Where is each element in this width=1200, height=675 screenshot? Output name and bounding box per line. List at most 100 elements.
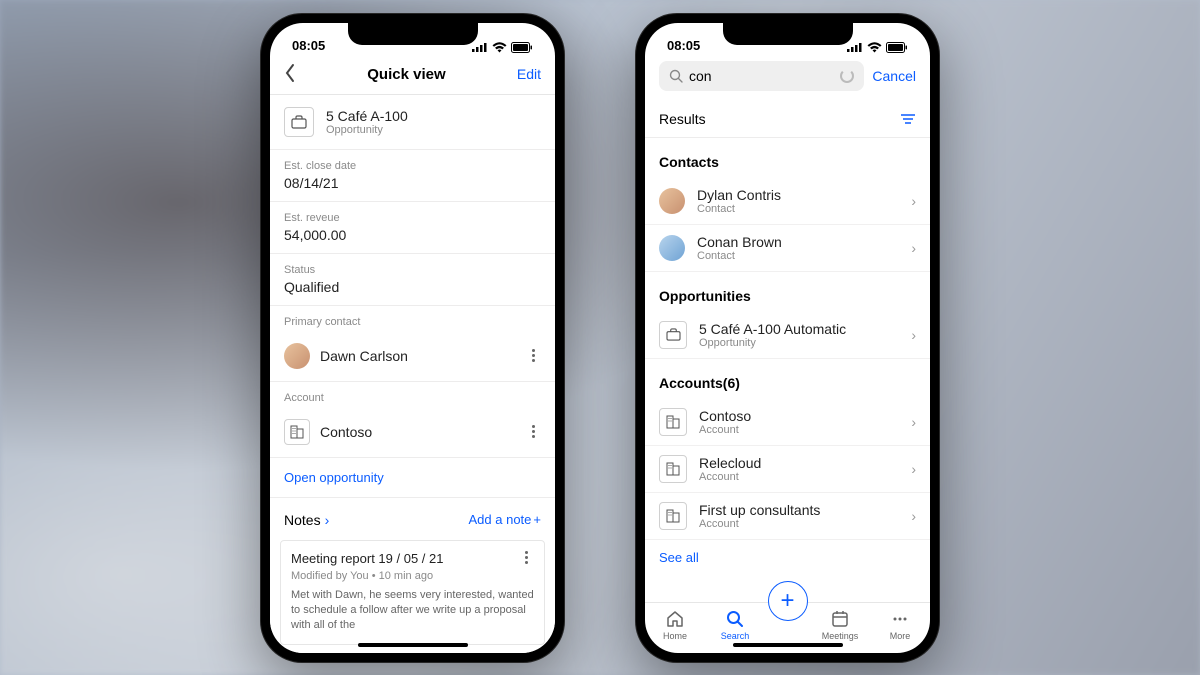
note-card[interactable]: Meeting report 19 / 05 / 21 Modified by … bbox=[280, 540, 545, 645]
contact-type: Contact bbox=[697, 250, 899, 262]
note-title: Meeting report 19 / 05 / 21 bbox=[291, 551, 443, 566]
briefcase-icon bbox=[659, 321, 687, 349]
chevron-right-icon: › bbox=[911, 327, 916, 343]
edit-button[interactable]: Edit bbox=[517, 66, 541, 82]
chevron-right-icon: › bbox=[325, 512, 330, 528]
cancel-button[interactable]: Cancel bbox=[872, 68, 916, 84]
screen: 08:05 Quick view Edit 5 Café A-100 Oppor… bbox=[270, 23, 555, 653]
status-time: 08:05 bbox=[667, 38, 700, 53]
contact-item[interactable]: Conan Brown Contact › bbox=[645, 225, 930, 272]
more-menu-icon[interactable] bbox=[525, 425, 541, 438]
filter-button[interactable] bbox=[900, 113, 916, 125]
results-content: Contacts Dylan Contris Contact › Conan B… bbox=[645, 138, 930, 602]
field-revenue[interactable]: Est. reveue 54,000.00 bbox=[270, 202, 555, 254]
contact-type: Contact bbox=[697, 203, 899, 215]
account-type: Account bbox=[699, 424, 899, 436]
status-icons bbox=[472, 42, 533, 53]
close-date-label: Est. close date bbox=[284, 160, 541, 172]
account-label: Account bbox=[284, 392, 541, 404]
building-icon bbox=[284, 419, 310, 445]
contact-name: Dylan Contris bbox=[697, 187, 899, 203]
chevron-right-icon: › bbox=[911, 461, 916, 477]
calendar-icon bbox=[830, 609, 850, 629]
tab-home[interactable]: Home bbox=[648, 609, 703, 641]
tab-bar: + Home Search Meetings More bbox=[645, 602, 930, 653]
status-value: Qualified bbox=[284, 279, 541, 295]
revenue-value: 54,000.00 bbox=[284, 227, 541, 243]
contacts-header: Contacts bbox=[645, 138, 930, 178]
contact-label: Primary contact bbox=[284, 316, 541, 328]
contact-item[interactable]: Dylan Contris Contact › bbox=[645, 178, 930, 225]
accounts-header: Accounts(6) bbox=[645, 359, 930, 399]
account-type: Account bbox=[699, 518, 899, 530]
opportunities-header: Opportunities bbox=[645, 272, 930, 312]
wifi-icon bbox=[492, 42, 507, 53]
chevron-right-icon: › bbox=[911, 240, 916, 256]
field-primary-contact: Primary contact bbox=[270, 306, 555, 328]
note-meta: Modified by You • 10 min ago bbox=[291, 570, 443, 582]
opportunity-header[interactable]: 5 Café A-100 Opportunity bbox=[270, 95, 555, 150]
more-menu-icon[interactable] bbox=[518, 551, 534, 564]
account-name: Contoso bbox=[699, 408, 899, 424]
avatar bbox=[659, 188, 685, 214]
back-button[interactable] bbox=[284, 63, 296, 86]
notes-title[interactable]: Notes › bbox=[284, 512, 329, 528]
chevron-right-icon: › bbox=[911, 414, 916, 430]
status-icons bbox=[847, 42, 908, 53]
building-icon bbox=[659, 408, 687, 436]
open-opportunity-link[interactable]: Open opportunity bbox=[270, 458, 555, 498]
battery-icon bbox=[511, 42, 533, 53]
field-close-date[interactable]: Est. close date 08/14/21 bbox=[270, 150, 555, 202]
wifi-icon bbox=[867, 42, 882, 53]
field-account: Account bbox=[270, 382, 555, 404]
account-item[interactable]: Contoso Account › bbox=[645, 399, 930, 446]
account-name: Contoso bbox=[320, 424, 515, 440]
opportunity-title: 5 Café A-100 bbox=[326, 108, 408, 124]
contact-name: Conan Brown bbox=[697, 234, 899, 250]
phone-quick-view: 08:05 Quick view Edit 5 Café A-100 Oppor… bbox=[260, 13, 565, 663]
contact-name: Dawn Carlson bbox=[320, 348, 515, 364]
more-menu-icon[interactable] bbox=[525, 349, 541, 362]
opportunity-item[interactable]: 5 Café A-100 Automatic Opportunity › bbox=[645, 312, 930, 359]
field-status[interactable]: Status Qualified bbox=[270, 254, 555, 306]
search-icon bbox=[725, 609, 745, 629]
primary-contact-row[interactable]: Dawn Carlson bbox=[270, 331, 555, 382]
plus-icon: + bbox=[780, 587, 794, 615]
account-type: Account bbox=[699, 471, 899, 483]
status-bar: 08:05 bbox=[645, 23, 930, 55]
account-row[interactable]: Contoso bbox=[270, 407, 555, 458]
chevron-right-icon: › bbox=[911, 193, 916, 209]
header-bar: Quick view Edit bbox=[270, 55, 555, 95]
tab-search[interactable]: Search bbox=[708, 609, 763, 641]
briefcase-icon bbox=[284, 107, 314, 137]
avatar bbox=[659, 235, 685, 261]
add-note-button[interactable]: Add a note + bbox=[469, 512, 541, 527]
close-date-value: 08/14/21 bbox=[284, 175, 541, 191]
home-icon bbox=[665, 609, 685, 629]
account-name: First up consultants bbox=[699, 502, 899, 518]
search-input[interactable]: con bbox=[659, 61, 864, 91]
more-icon bbox=[890, 609, 910, 629]
tab-more[interactable]: More bbox=[873, 609, 928, 641]
see-all-link[interactable]: See all bbox=[645, 540, 930, 575]
cellular-signal-icon bbox=[847, 42, 863, 52]
account-item[interactable]: First up consultants Account › bbox=[645, 493, 930, 540]
status-time: 08:05 bbox=[292, 38, 325, 53]
search-icon bbox=[669, 69, 683, 83]
status-label: Status bbox=[284, 264, 541, 276]
cellular-signal-icon bbox=[472, 42, 488, 52]
page-title: Quick view bbox=[367, 66, 445, 83]
revenue-label: Est. reveue bbox=[284, 212, 541, 224]
building-icon bbox=[659, 455, 687, 483]
account-item[interactable]: Relecloud Account › bbox=[645, 446, 930, 493]
search-bar: con Cancel bbox=[645, 55, 930, 99]
results-header: Results bbox=[645, 99, 930, 138]
add-button[interactable]: + bbox=[768, 581, 808, 621]
phone-search: 08:05 con Cancel Results Contacts bbox=[635, 13, 940, 663]
opportunity-subtitle: Opportunity bbox=[326, 124, 408, 136]
note-body: Met with Dawn, he seems very interested,… bbox=[291, 588, 534, 634]
tab-meetings[interactable]: Meetings bbox=[813, 609, 868, 641]
opportunity-type: Opportunity bbox=[699, 337, 899, 349]
screen: 08:05 con Cancel Results Contacts bbox=[645, 23, 930, 653]
notes-section-header: Notes › Add a note + bbox=[270, 498, 555, 536]
